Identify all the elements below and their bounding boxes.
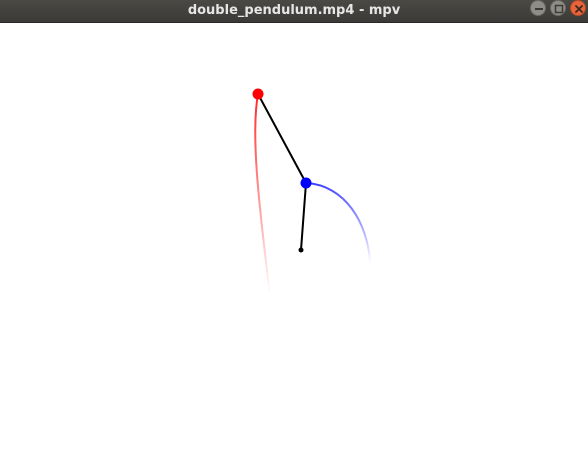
mpv-window: double_pendulum.mp4 - mpv [0,0,588,470]
blue-bob [300,177,312,189]
close-icon [575,5,583,13]
red-bob [252,88,264,100]
upper-rod [257,93,307,184]
lower-rod [300,182,307,251]
red-trail [254,93,271,296]
pendulum-frame [252,88,371,296]
pivot-point [298,247,304,253]
maximize-icon [554,4,564,14]
minimize-icon [535,8,543,10]
maximize-button[interactable] [550,0,566,16]
blue-trail [305,182,371,264]
minimize-button[interactable] [530,0,546,16]
title-bar[interactable]: double_pendulum.mp4 - mpv [0,0,588,23]
video-canvas[interactable] [0,23,588,470]
window-title: double_pendulum.mp4 - mpv [187,3,401,18]
close-button[interactable] [570,0,586,16]
